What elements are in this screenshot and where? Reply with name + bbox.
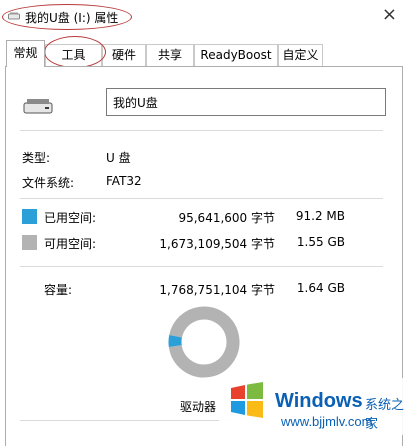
used-space-label: 已用空间: (44, 211, 97, 225)
window-title: 我的U盘 (I:) 属性 (25, 11, 119, 25)
free-space-size: 1.55 GB (296, 235, 345, 249)
tab-sharing[interactable]: 共享 (146, 44, 194, 66)
filesystem-label: 文件系统: (22, 176, 75, 190)
title-bar: 我的U盘 (I:) 属性 × (0, 0, 411, 34)
capacity-size: 1.64 GB (296, 281, 345, 295)
drive-label-text: 驱动器 (180, 400, 217, 414)
divider (20, 198, 383, 199)
capacity-donut-chart (168, 306, 240, 378)
watermark-brand: Windows (275, 390, 363, 412)
tab-tools[interactable]: 工具 (45, 44, 102, 66)
tab-hardware[interactable]: 硬件 (102, 44, 146, 66)
tab-strip: 常规 工具 硬件 共享 ReadyBoost 自定义 (0, 40, 411, 67)
divider (20, 420, 230, 421)
capacity-label: 容量: (44, 283, 73, 297)
windows-logo-icon (231, 382, 263, 418)
tab-customize[interactable]: 自定义 (278, 44, 323, 66)
filesystem-value: FAT32 (106, 174, 142, 188)
used-space-bytes: 95,641,600 字节 (178, 211, 275, 225)
tab-general[interactable]: 常规 (6, 40, 45, 67)
divider (20, 266, 383, 267)
divider (20, 130, 383, 131)
watermark: Windows 系统之家 www.bjjmlv.com (219, 378, 411, 435)
type-label: 类型: (22, 151, 51, 165)
free-space-swatch (22, 235, 37, 250)
free-space-label: 可用空间: (44, 237, 97, 251)
close-button[interactable]: × (382, 6, 397, 24)
tab-readyboost[interactable]: ReadyBoost (194, 44, 278, 66)
type-value: U 盘 (106, 151, 131, 165)
watermark-url: www.bjjmlv.com (281, 414, 373, 429)
used-space-size: 91.2 MB (295, 209, 345, 223)
usb-drive-icon (8, 12, 20, 20)
used-space-swatch (22, 209, 37, 224)
volume-label-input[interactable] (106, 88, 386, 116)
free-space-bytes: 1,673,109,504 字节 (159, 237, 275, 251)
usb-drive-icon (23, 99, 53, 114)
capacity-bytes: 1,768,751,104 字节 (159, 283, 275, 297)
